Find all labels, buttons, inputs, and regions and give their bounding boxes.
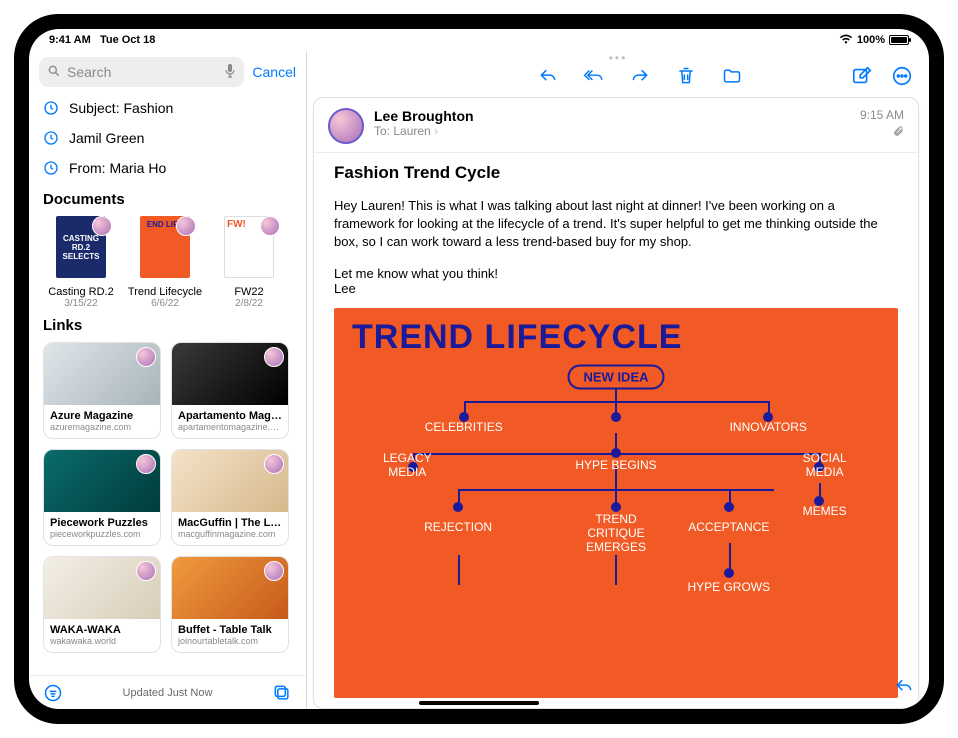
stack-icon[interactable] xyxy=(272,683,292,703)
home-indicator[interactable] xyxy=(419,701,539,705)
message-pane: ••• xyxy=(307,51,929,709)
mail-toolbar xyxy=(307,63,929,91)
recent-label: From: Maria Ho xyxy=(69,160,166,176)
chevron-right-icon: › xyxy=(434,124,438,138)
diagram-node: HYPE GROWS xyxy=(687,580,770,594)
recent-icon xyxy=(43,100,59,116)
to-line[interactable]: To: Lauren › xyxy=(374,124,474,138)
document-item[interactable]: CASTINGRD.2SELECTS Casting RD.2 3/15/22 xyxy=(43,212,119,309)
avatar-badge xyxy=(136,454,156,474)
wifi-icon xyxy=(839,34,853,47)
diagram-node: ACCEPTANCE xyxy=(688,520,769,534)
link-title: Apartamento Maga... xyxy=(172,405,288,422)
search-placeholder: Search xyxy=(67,64,218,80)
message-card: Lee Broughton To: Lauren › 9:15 AM xyxy=(313,97,919,709)
link-subtitle: pieceworkpuzzles.com xyxy=(44,529,160,545)
battery-percent: 100% xyxy=(857,34,885,46)
message-signature: Lee xyxy=(334,281,356,296)
avatar-badge xyxy=(264,454,284,474)
attachment-icon xyxy=(860,124,904,141)
compose-icon[interactable] xyxy=(851,65,873,87)
document-label: Trend Lifecycle xyxy=(127,286,203,298)
avatar-badge xyxy=(260,216,280,236)
recent-search-item[interactable]: From: Maria Ho xyxy=(29,153,306,183)
link-title: Piecework Puzzles xyxy=(44,512,160,529)
filter-icon[interactable] xyxy=(43,683,63,703)
document-item[interactable]: END LIFE Trend Lifecycle 6/6/22 xyxy=(127,212,203,309)
avatar-badge xyxy=(264,347,284,367)
status-date: Tue Oct 18 xyxy=(100,34,155,46)
diagram-node: INNOVATORS xyxy=(730,420,807,434)
diagram-node: LEGACY MEDIA xyxy=(383,451,432,479)
status-time: 9:41 AM xyxy=(49,34,91,46)
message-body-p1: Hey Lauren! This is what I was talking a… xyxy=(334,197,898,252)
drag-handle-icon[interactable]: ••• xyxy=(609,51,628,63)
document-label: FW22 xyxy=(211,286,287,298)
recent-icon xyxy=(43,160,59,176)
diagram-node: CELEBRITIES xyxy=(425,420,503,434)
trash-icon[interactable] xyxy=(675,65,697,87)
link-subtitle: azuremagazine.com xyxy=(44,422,160,438)
diagram-node: REJECTION xyxy=(424,520,492,534)
link-title: MacGuffin | The Lif... xyxy=(172,512,288,529)
link-card[interactable]: Apartamento Maga... apartamentomagazine.… xyxy=(171,342,289,439)
documents-header: Documents xyxy=(29,183,306,212)
more-icon[interactable] xyxy=(891,65,913,87)
recent-label: Jamil Green xyxy=(69,130,144,146)
message-time: 9:15 AM xyxy=(860,108,904,122)
document-date: 2/8/22 xyxy=(211,298,287,309)
link-card[interactable]: Azure Magazine azuremagazine.com xyxy=(43,342,161,439)
document-date: 3/15/22 xyxy=(43,298,119,309)
attachment-title: TREND LIFECYCLE xyxy=(334,308,898,365)
cancel-button[interactable]: Cancel xyxy=(252,64,296,80)
avatar-badge xyxy=(136,561,156,581)
link-card[interactable]: Piecework Puzzles pieceworkpuzzles.com xyxy=(43,449,161,546)
link-title: Buffet - Table Talk xyxy=(172,619,288,636)
footer-status: Updated Just Now xyxy=(123,687,213,699)
message-header[interactable]: Lee Broughton To: Lauren › 9:15 AM xyxy=(314,98,918,153)
link-subtitle: joinourtabletalk.com xyxy=(172,636,288,652)
document-date: 6/6/22 xyxy=(127,298,203,309)
recent-label: Subject: Fashion xyxy=(69,100,173,116)
link-card[interactable]: MacGuffin | The Lif... macguffinmagazine… xyxy=(171,449,289,546)
search-icon xyxy=(47,64,61,81)
link-card[interactable]: Buffet - Table Talk joinourtabletalk.com xyxy=(171,556,289,653)
link-card[interactable]: WAKA-WAKA wakawaka.world xyxy=(43,556,161,653)
diagram-node: SOCIAL MEDIA xyxy=(803,451,847,479)
links-header: Links xyxy=(29,309,306,338)
diagram-node-new-idea: NEW IDEA xyxy=(568,364,665,389)
link-subtitle: macguffinmagazine.com xyxy=(172,529,288,545)
sidebar: Search Cancel Subject: Fashion xyxy=(29,51,307,709)
mic-icon[interactable] xyxy=(224,63,236,82)
diagram-node: TREND CRITIQUE EMERGES xyxy=(586,512,646,554)
link-title: Azure Magazine xyxy=(44,405,160,422)
recent-icon xyxy=(43,130,59,146)
reply-all-icon[interactable] xyxy=(583,65,605,87)
link-subtitle: apartamentomagazine.com xyxy=(172,422,288,438)
sender-avatar xyxy=(328,108,364,144)
link-title: WAKA-WAKA xyxy=(44,619,160,636)
avatar-badge xyxy=(176,216,196,236)
message-body-p2: Let me know what you think! xyxy=(334,266,498,281)
link-subtitle: wakawaka.world xyxy=(44,636,160,652)
battery-icon xyxy=(889,35,909,45)
search-input[interactable]: Search xyxy=(39,57,244,87)
document-label: Casting RD.2 xyxy=(43,286,119,298)
avatar-badge xyxy=(264,561,284,581)
diagram-node: MEMES xyxy=(803,504,847,518)
status-bar: 9:41 AM Tue Oct 18 100% xyxy=(29,29,929,51)
reply-icon[interactable] xyxy=(893,676,915,701)
document-item[interactable]: FW! FW22 2/8/22 xyxy=(211,212,287,309)
recent-search-item[interactable]: Jamil Green xyxy=(29,123,306,153)
message-subject: Fashion Trend Cycle xyxy=(334,163,898,183)
move-folder-icon[interactable] xyxy=(721,65,743,87)
sender-name: Lee Broughton xyxy=(374,108,474,124)
diagram-node: HYPE BEGINS xyxy=(575,458,656,472)
forward-icon[interactable] xyxy=(629,65,651,87)
avatar-badge xyxy=(136,347,156,367)
recent-search-item[interactable]: Subject: Fashion xyxy=(29,93,306,123)
attachment-image[interactable]: TREND LIFECYCLE xyxy=(334,308,898,698)
reply-icon[interactable] xyxy=(537,65,559,87)
avatar-badge xyxy=(92,216,112,236)
